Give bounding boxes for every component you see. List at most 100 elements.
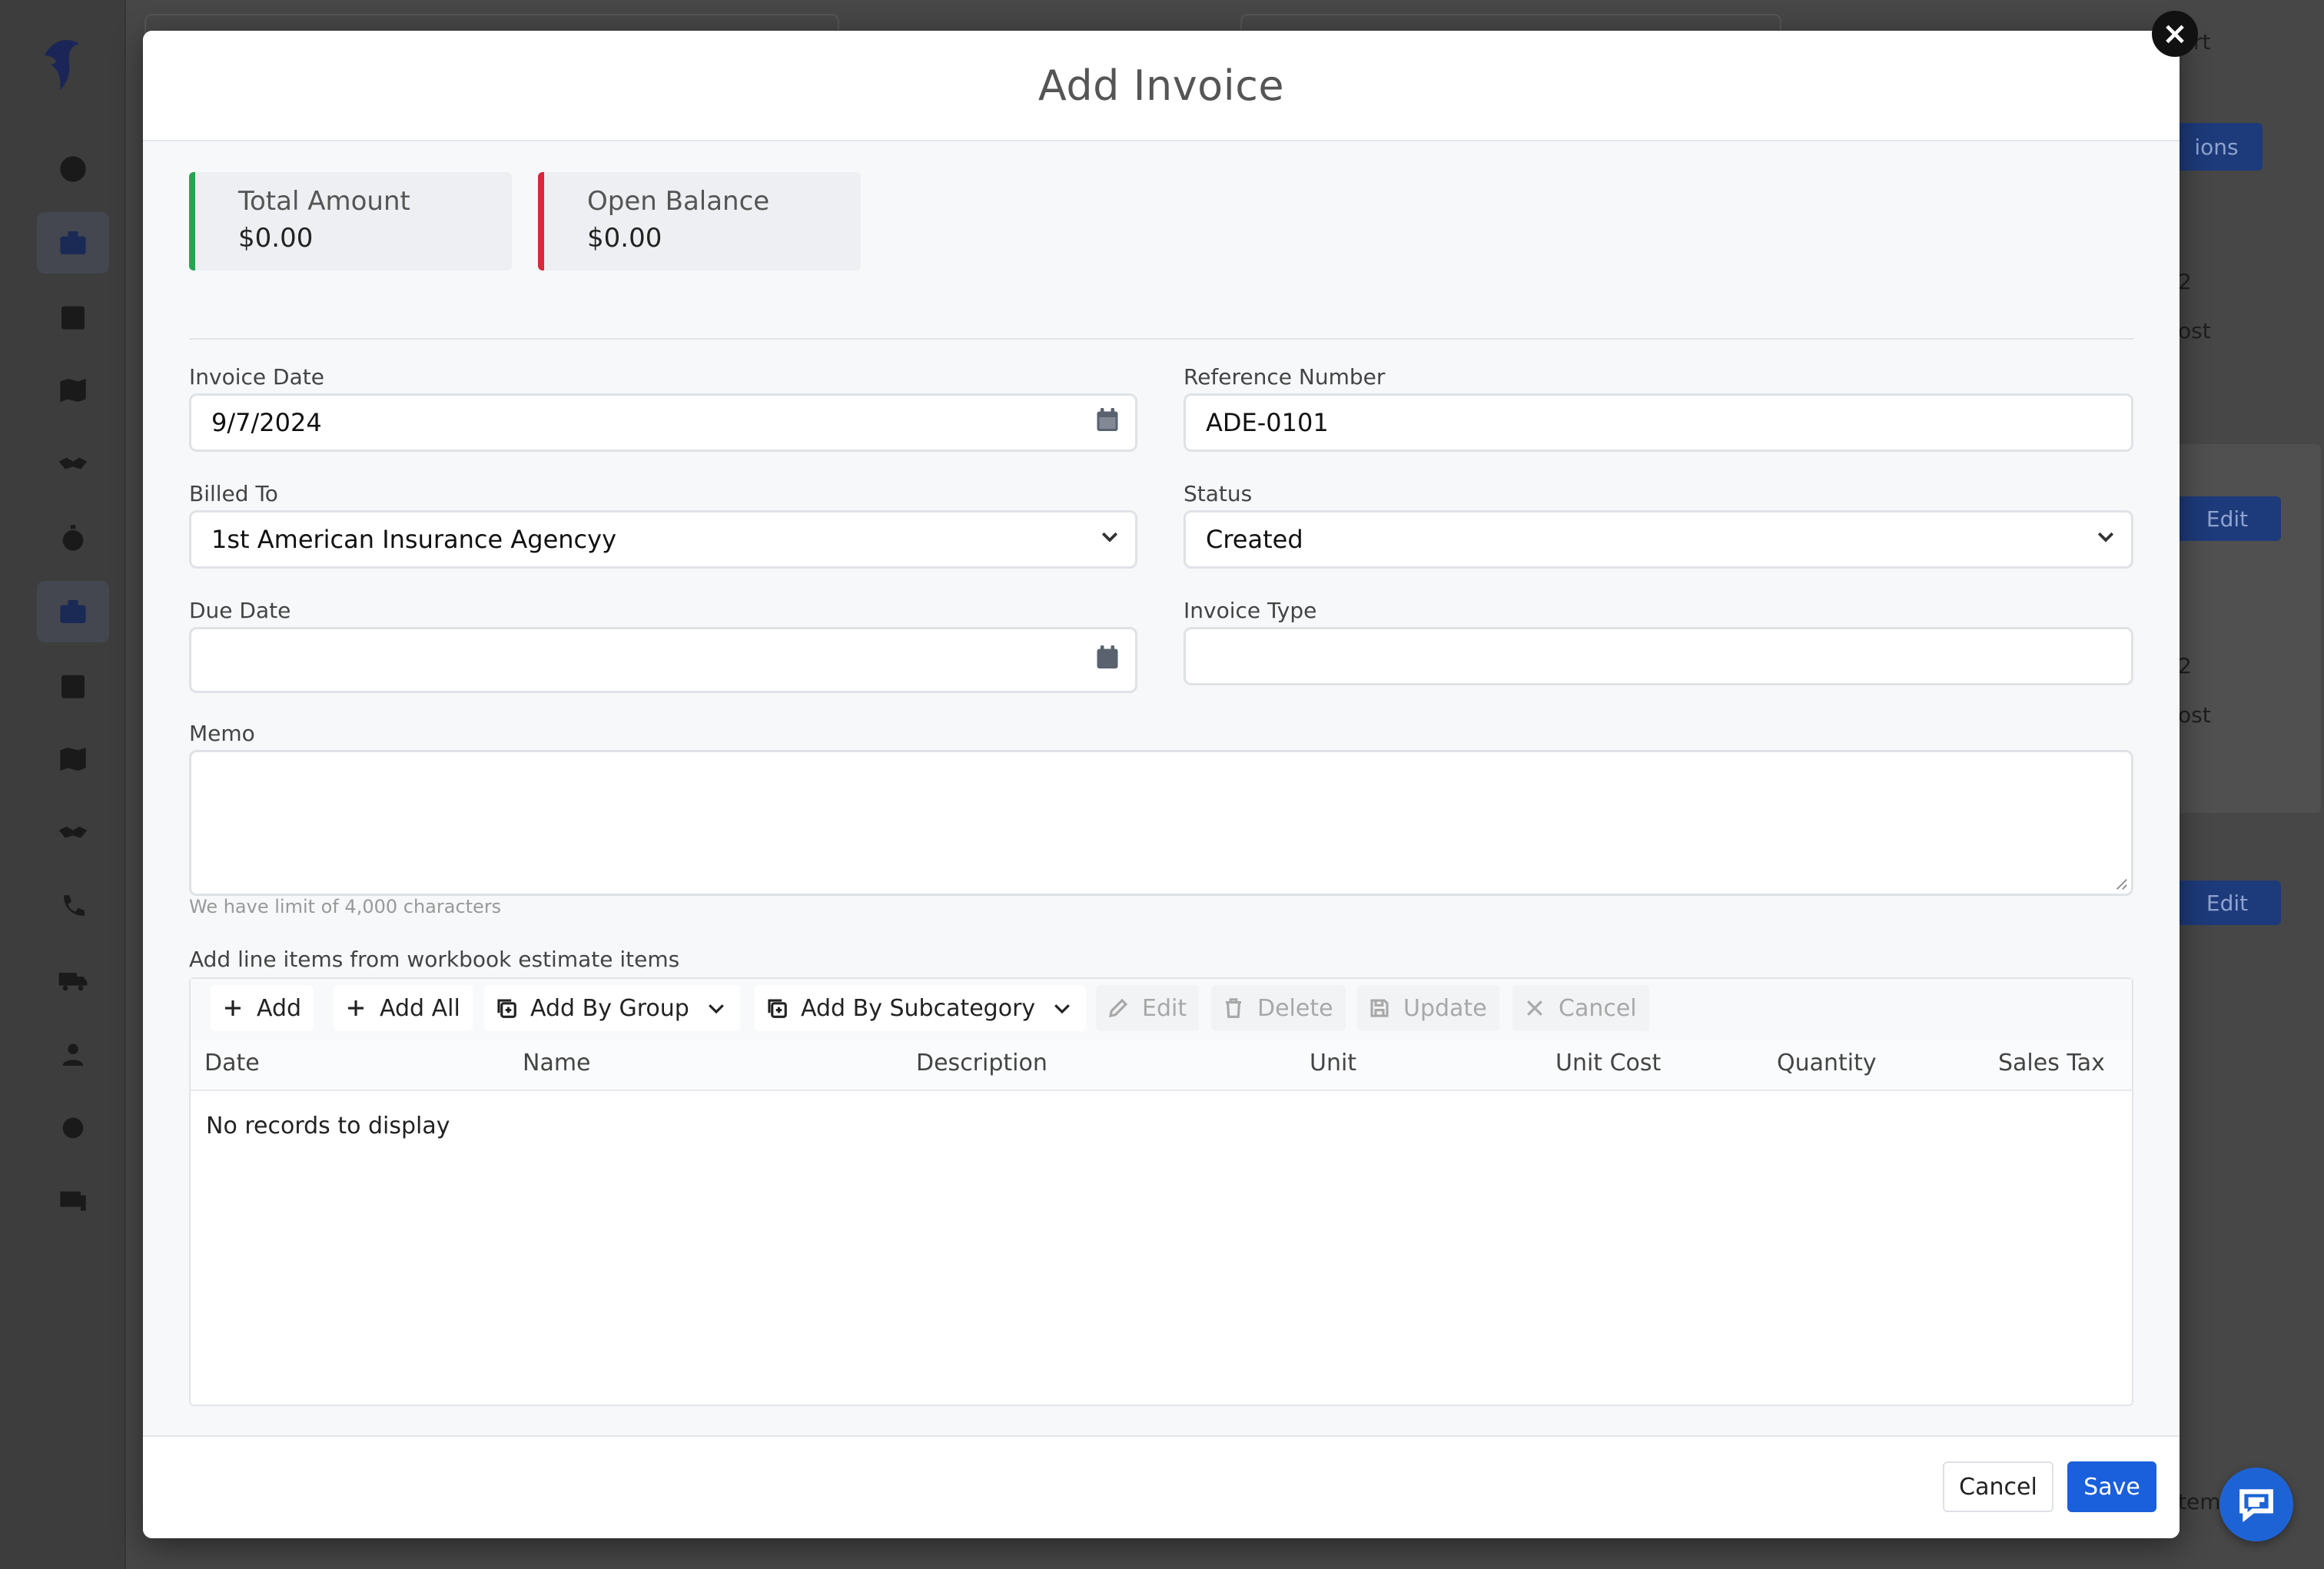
edit-button[interactable]: Edit bbox=[1096, 985, 1200, 1031]
briefcase-icon bbox=[60, 600, 86, 623]
memo-hint: We have limit of 4,000 characters bbox=[189, 896, 502, 917]
sidebar-item-timer[interactable] bbox=[37, 507, 109, 569]
total-amount-accent bbox=[189, 172, 195, 270]
reference-number-value: ADE-0101 bbox=[1206, 408, 1329, 437]
copy-add-icon bbox=[768, 999, 787, 1018]
calendar-icon[interactable] bbox=[1094, 643, 1121, 677]
dashboard-icon bbox=[60, 156, 86, 182]
add-by-group-button[interactable]: Add By Group bbox=[484, 985, 740, 1031]
sidebar-item-dashboard[interactable] bbox=[37, 138, 109, 200]
sidebar-item-map-2[interactable] bbox=[37, 728, 109, 790]
sidebar-item-jobs[interactable] bbox=[37, 212, 109, 274]
modal-footer: Cancel Save bbox=[143, 1435, 2180, 1538]
bg-edit-button-2: Edit bbox=[2173, 881, 2281, 925]
invoice-type-field[interactable] bbox=[1184, 627, 2133, 685]
add-all-button-label: Add All bbox=[380, 994, 460, 1022]
reference-number-field[interactable]: ADE-0101 bbox=[1184, 393, 2133, 452]
sidebar-item-jobs-2[interactable] bbox=[37, 581, 109, 642]
app-logo-icon bbox=[45, 40, 79, 90]
map-icon bbox=[60, 748, 86, 771]
column-header-description[interactable]: Description bbox=[916, 1050, 1047, 1076]
update-button[interactable]: Update bbox=[1357, 985, 1499, 1031]
sidebar-item-devices[interactable] bbox=[37, 1171, 109, 1232]
chevron-down-icon bbox=[1054, 1004, 1071, 1014]
total-amount-card: Total Amount $0.00 bbox=[189, 172, 512, 270]
modal-title: Add Invoice bbox=[1038, 61, 1285, 110]
delete-button-label: Delete bbox=[1257, 994, 1333, 1022]
cancel-edit-button-label: Cancel bbox=[1559, 994, 1637, 1022]
cancel-edit-button[interactable]: Cancel bbox=[1512, 985, 1649, 1031]
sidebar-item-calendar-2[interactable] bbox=[37, 655, 109, 716]
reference-number-label: Reference Number bbox=[1184, 364, 1386, 390]
add-button-label: Add bbox=[257, 994, 302, 1022]
bg-label-3: tem bbox=[2178, 1489, 2221, 1514]
sidebar-item-users[interactable] bbox=[37, 1023, 109, 1085]
column-header-unit-cost[interactable]: Unit Cost bbox=[1555, 1050, 1661, 1076]
sidebar-item-partners-2[interactable] bbox=[37, 802, 109, 864]
add-invoice-modal: Add Invoice Total Amount $0.00 Open Bala… bbox=[143, 31, 2180, 1538]
due-date-field[interactable] bbox=[189, 627, 1137, 693]
sidebar-item-phone[interactable] bbox=[37, 876, 109, 937]
memo-textarea[interactable] bbox=[189, 750, 2133, 896]
grid-header-row: Date Name Description Unit Unit Cost Qua… bbox=[191, 1039, 2132, 1091]
briefcase-icon bbox=[60, 231, 86, 254]
summary-divider bbox=[189, 338, 2133, 340]
bg-count-1: 2 bbox=[2178, 269, 2192, 294]
status-select[interactable]: Created bbox=[1184, 510, 2133, 569]
column-header-sales-tax[interactable]: Sales Tax bbox=[1998, 1050, 2105, 1076]
invoice-date-value: 9/7/2024 bbox=[211, 408, 322, 437]
line-items-caption: Add line items from workbook estimate it… bbox=[189, 947, 680, 972]
cancel-button[interactable]: Cancel bbox=[1943, 1461, 2053, 1512]
open-balance-label: Open Balance bbox=[587, 186, 770, 217]
add-by-subcategory-label: Add By Subcategory bbox=[801, 994, 1036, 1022]
users-icon bbox=[62, 1043, 84, 1066]
gear-icon bbox=[62, 1117, 84, 1139]
stopwatch-icon bbox=[62, 525, 84, 551]
column-header-unit[interactable]: Unit bbox=[1310, 1050, 1356, 1076]
billed-to-label: Billed To bbox=[189, 481, 278, 506]
column-header-date[interactable]: Date bbox=[204, 1050, 260, 1076]
grid-toolbar: Add Add All Add By Group Add By Subcateg… bbox=[191, 979, 2132, 1040]
add-button[interactable]: Add bbox=[211, 985, 314, 1031]
invoice-date-field[interactable]: 9/7/2024 bbox=[189, 393, 1137, 452]
update-button-label: Update bbox=[1403, 994, 1487, 1022]
sidebar-item-map[interactable] bbox=[37, 360, 109, 421]
calendar-icon[interactable] bbox=[1094, 406, 1121, 440]
status-value: Created bbox=[1206, 525, 1303, 554]
status-label: Status bbox=[1184, 481, 1253, 506]
bg-count-2: 2 bbox=[2178, 653, 2192, 678]
chat-widget-button[interactable] bbox=[2219, 1468, 2293, 1541]
add-by-subcategory-button[interactable]: Add By Subcategory bbox=[755, 985, 1087, 1031]
bg-edit-button-1: Edit bbox=[2173, 496, 2281, 541]
invoice-type-label: Invoice Type bbox=[1184, 598, 1317, 623]
close-icon bbox=[1527, 1000, 1542, 1016]
chevron-down-icon bbox=[1098, 525, 1121, 554]
add-all-button[interactable]: Add All bbox=[334, 985, 473, 1031]
total-amount-label: Total Amount bbox=[238, 186, 410, 217]
sidebar-item-partners[interactable] bbox=[37, 433, 109, 495]
open-balance-card: Open Balance $0.00 bbox=[538, 172, 861, 270]
handshake-icon bbox=[58, 457, 88, 469]
app-sidebar-nav bbox=[0, 138, 124, 1245]
map-icon bbox=[60, 379, 86, 402]
sidebar-item-calendar[interactable] bbox=[37, 286, 109, 347]
plus-icon bbox=[348, 1000, 364, 1016]
edit-button-label: Edit bbox=[1142, 994, 1187, 1022]
close-icon: × bbox=[2162, 16, 2188, 51]
sidebar-item-trucks[interactable] bbox=[37, 950, 109, 1011]
save-button[interactable]: Save bbox=[2067, 1461, 2156, 1512]
billed-to-select[interactable]: 1st American Insurance Agencyy bbox=[189, 510, 1137, 569]
save-icon bbox=[1370, 999, 1389, 1017]
add-by-group-label: Add By Group bbox=[530, 994, 689, 1022]
close-modal-button[interactable]: × bbox=[2152, 11, 2198, 57]
handshake-icon bbox=[58, 826, 88, 838]
resize-grip-icon[interactable] bbox=[2114, 877, 2128, 891]
chevron-down-icon bbox=[708, 1004, 724, 1014]
column-header-quantity[interactable]: Quantity bbox=[1777, 1050, 1877, 1076]
column-header-name[interactable]: Name bbox=[523, 1050, 591, 1076]
sidebar-item-settings[interactable] bbox=[37, 1097, 109, 1159]
open-balance-value: $0.00 bbox=[587, 223, 662, 254]
calendar-icon bbox=[61, 306, 85, 330]
due-date-label: Due Date bbox=[189, 598, 291, 623]
delete-button[interactable]: Delete bbox=[1211, 985, 1346, 1031]
